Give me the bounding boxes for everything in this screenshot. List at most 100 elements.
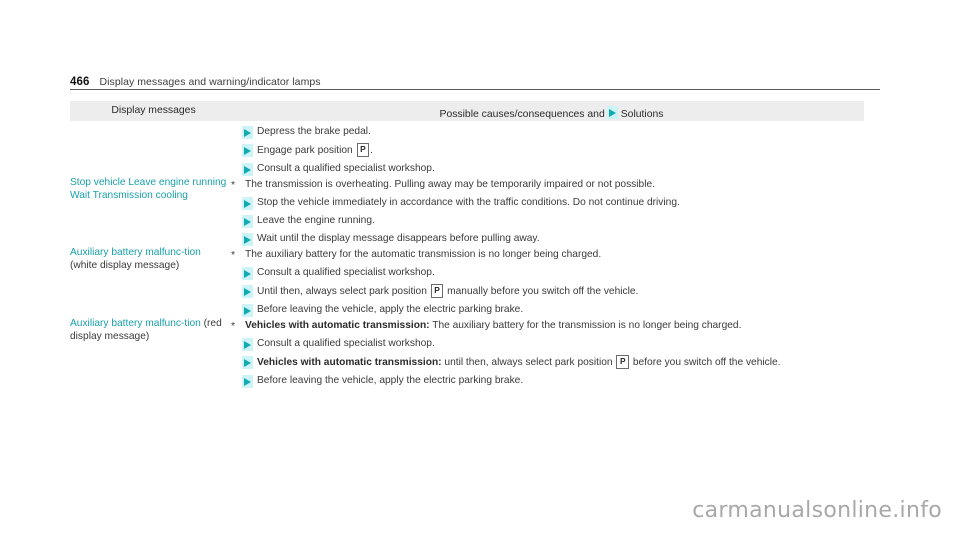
cause-text-plain: The auxiliary battery for the transmissi… [432,320,742,331]
solution-text: Before leaving the vehicle, apply the el… [257,303,864,317]
solution-marker [229,303,257,317]
row-solutions-cell: * The auxiliary battery for the automati… [229,246,864,317]
site-watermark: carmanualsonline.info [692,498,942,523]
solution-item: Consult a qualified specialist workshop. [229,337,864,351]
table-body: Depress the brake pedal. Engage park pos… [70,121,864,388]
row-solutions-cell: * Vehicles with automatic transmission: … [229,317,864,388]
display-messages-table: Display messages Possible causes/consequ… [70,101,864,388]
cause-paragraph: * The transmission is overheating. Pulli… [229,178,864,192]
solution-item: Wait until the display message disappear… [229,232,864,246]
row-message-cell [70,121,229,176]
solution-text: Engage park position P. [257,143,864,158]
solution-marker [229,162,257,176]
asterisk-bullet: * [231,320,236,332]
solution-triangle-icon [242,338,253,351]
solution-item: Vehicles with automatic transmission: un… [229,355,864,370]
page-running-header: 466 Display messages and warning/indicat… [70,72,880,90]
table-row: Depress the brake pedal. Engage park pos… [70,121,864,176]
solution-text-pre: Until then, always select park position [257,286,427,297]
park-position-icon: P [356,143,370,157]
solution-triangle-icon [242,197,253,210]
solution-text: Consult a qualified specialist workshop. [257,162,864,176]
cause-text: The auxiliary battery for the automatic … [245,249,602,260]
solution-text-pre: Stop the vehicle immediately in accordan… [257,197,680,208]
message-name: Auxiliary battery malfunc-tion [70,247,201,258]
table-row: Auxiliary battery malfunc-tion (red disp… [70,317,864,388]
solution-marker [229,143,257,157]
solution-marker [229,196,257,210]
message-name: Auxiliary battery malfunc-tion [70,318,201,329]
solution-text: Consult a qualified specialist workshop. [257,337,864,351]
solution-text: Until then, always select park position … [257,284,864,299]
solution-item: Before leaving the vehicle, apply the el… [229,374,864,388]
row-message-cell: Stop vehicle Leave engine running Wait T… [70,176,229,246]
solution-text: Leave the engine running. [257,214,864,228]
solution-item: Until then, always select park position … [229,284,864,299]
solution-text-pre: Leave the engine running. [257,215,375,226]
cause-text: The transmission is overheating. Pulling… [245,179,655,190]
solution-text-post: before you switch off the vehicle. [632,357,781,368]
solution-triangle-icon [242,356,253,369]
solution-text-pre: Consult a qualified specialist workshop. [257,338,435,349]
message-note: (white display message) [70,260,180,272]
row-solutions-cell: * The transmission is overheating. Pulli… [229,176,864,246]
column-header-display-messages-label: Display messages [111,105,196,116]
solution-text: Consult a qualified specialist workshop. [257,266,864,280]
solution-text-bold: Vehicles with automatic transmission: [257,357,442,368]
solution-triangle-icon [242,285,253,298]
solution-text-pre: Consult a qualified specialist workshop. [257,267,435,278]
solution-triangle-icon [242,126,253,139]
column-header-display-messages: Display messages [70,101,229,121]
solution-text-pre: Engage park position [257,145,353,156]
column-header-causes-solutions-label: Possible causes/consequences and Solution… [229,101,864,121]
solution-text-pre: Before leaving the vehicle, apply the el… [257,375,524,386]
park-position-icon: P [616,355,630,369]
solution-marker [229,284,257,298]
solution-text-post: . [370,145,373,156]
solution-text: Vehicles with automatic transmission: un… [257,355,864,370]
message-name: Stop vehicle Leave engine running Wait T… [70,177,227,202]
solution-triangle-icon [242,163,253,176]
row-message-cell: Auxiliary battery malfunc-tion (white di… [70,246,229,317]
solution-triangle-icon [242,233,253,246]
cause-paragraph: * The auxiliary battery for the automati… [229,248,864,262]
header-solutions-text: Solutions [620,109,664,120]
solution-item: Consult a qualified specialist workshop. [229,162,864,176]
solution-text-pre: Consult a qualified specialist workshop. [257,163,435,174]
asterisk-bullet: * [231,249,236,261]
asterisk-bullet: * [231,179,236,191]
solution-text-post: manually before you switch off the vehic… [447,286,639,297]
solution-triangle-icon [242,215,253,228]
table-row: Stop vehicle Leave engine running Wait T… [70,176,864,246]
solution-item: Before leaving the vehicle, apply the el… [229,303,864,317]
solution-text-pre: Depress the brake pedal. [257,126,371,137]
solution-item: Engage park position P. [229,143,864,158]
solution-text: Stop the vehicle immediately in accordan… [257,196,864,210]
solution-marker [229,374,257,388]
solution-text-pre: Before leaving the vehicle, apply the el… [257,304,524,315]
table-row: Auxiliary battery malfunc-tion (white di… [70,246,864,317]
cause-text: Vehicles with automatic transmission: Th… [245,319,864,333]
header-causes-text: Possible causes/consequences and [439,109,605,120]
solution-marker [229,125,257,139]
solution-item: Consult a qualified specialist workshop. [229,266,864,280]
column-header-causes-solutions: Possible causes/consequences and Solution… [229,101,864,121]
solution-item: Leave the engine running. [229,214,864,228]
solution-triangle-icon [242,375,253,388]
solution-triangle-icon [242,304,253,317]
solution-marker [229,337,257,351]
solution-marker [229,214,257,228]
solution-text: Depress the brake pedal. [257,125,864,139]
solution-marker [229,232,257,246]
page-running-title: Display messages and warning/indicator l… [99,75,321,88]
solution-marker [229,355,257,369]
row-message-cell: Auxiliary battery malfunc-tion (red disp… [70,317,229,388]
table-header-row: Display messages Possible causes/consequ… [70,101,864,121]
solution-marker [229,266,257,280]
page-number: 466 [70,76,90,88]
solution-text-pre: until then, always select park position [444,357,613,368]
row-solutions-cell: Depress the brake pedal. Engage park pos… [229,121,864,176]
solution-text: Wait until the display message disappear… [257,232,864,246]
solution-triangle-icon [242,267,253,280]
solution-triangle-icon [242,144,253,157]
